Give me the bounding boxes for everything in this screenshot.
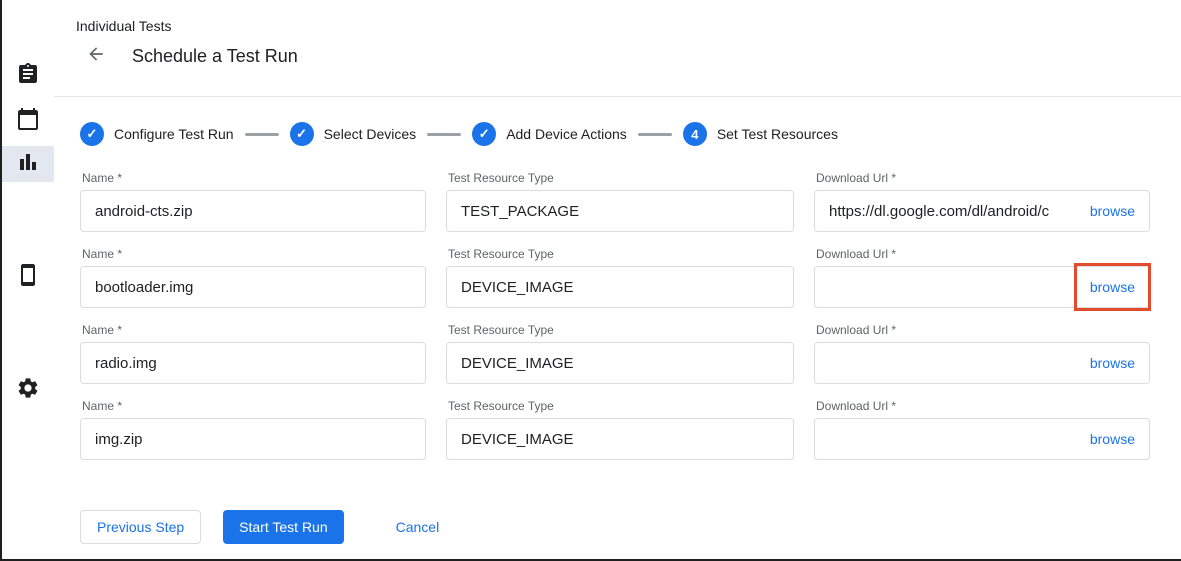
step-connector [427, 133, 461, 136]
start-test-run-button[interactable]: Start Test Run [223, 510, 343, 544]
field-label: Test Resource Type [448, 323, 794, 337]
sidebar-item-tests[interactable] [2, 58, 54, 94]
form-actions: Previous Step Start Test Run Cancel [54, 460, 1181, 544]
cancel-button[interactable]: Cancel [380, 510, 456, 544]
settings-gear-icon [16, 376, 40, 405]
sidebar-item-devices[interactable] [2, 259, 54, 295]
download-url-field: Download Url * browse [814, 323, 1150, 384]
step-number-badge: 4 [683, 122, 707, 146]
sidebar-item-test-plans[interactable] [2, 103, 54, 139]
calendar-icon [16, 107, 40, 136]
field-label: Download Url * [816, 323, 1150, 337]
resource-type-select[interactable]: DEVICE_IMAGE [446, 342, 794, 384]
breadcrumb: Individual Tests [76, 18, 1181, 34]
browse-link[interactable]: browse [1090, 203, 1135, 219]
download-url-field: Download Url * https://dl.google.com/dl/… [814, 171, 1150, 232]
step-complete-check-icon: ✓ [80, 122, 104, 146]
page-title: Schedule a Test Run [132, 46, 298, 67]
step-set-test-resources[interactable]: 4 Set Test Resources [683, 122, 838, 146]
resource-type-field: Test Resource Type DEVICE_IMAGE [446, 399, 794, 460]
smartphone-icon [16, 263, 40, 292]
resource-type-select[interactable]: DEVICE_IMAGE [446, 418, 794, 460]
field-label: Download Url * [816, 399, 1150, 413]
step-configure-test-run[interactable]: ✓ Configure Test Run [80, 122, 234, 146]
resource-name-input[interactable]: android-cts.zip [80, 190, 426, 232]
step-select-devices[interactable]: ✓ Select Devices [290, 122, 417, 146]
field-label: Name * [82, 247, 426, 261]
field-label: Download Url * [816, 247, 1150, 261]
step-connector [245, 133, 279, 136]
resource-type-field: Test Resource Type TEST_PACKAGE [446, 171, 794, 232]
clipboard-tests-icon [16, 62, 40, 91]
field-label: Name * [82, 171, 426, 185]
resource-type-select[interactable]: TEST_PACKAGE [446, 190, 794, 232]
browse-link[interactable]: browse [1090, 279, 1135, 295]
step-add-device-actions[interactable]: ✓ Add Device Actions [472, 122, 627, 146]
previous-step-button[interactable]: Previous Step [80, 510, 201, 544]
stepper: ✓ Configure Test Run ✓ Select Devices ✓ … [54, 97, 1181, 146]
download-url-field: Download Url * browse [814, 399, 1150, 460]
step-label: Select Devices [324, 126, 417, 142]
field-label: Name * [82, 399, 426, 413]
sidebar [2, 0, 54, 559]
page-header: Individual Tests Schedule a Test Run [54, 0, 1181, 97]
resource-name-input[interactable]: bootloader.img [80, 266, 426, 308]
download-url-input[interactable]: https://dl.google.com/dl/android/c brows… [814, 190, 1150, 232]
main-content: Individual Tests Schedule a Test Run ✓ C… [54, 0, 1181, 559]
resource-name-field: Name * radio.img [80, 323, 426, 384]
resource-name-field: Name * android-cts.zip [80, 171, 426, 232]
field-label: Test Resource Type [448, 247, 794, 261]
resource-name-field: Name * bootloader.img [80, 247, 426, 308]
resource-name-input[interactable]: img.zip [80, 418, 426, 460]
back-button[interactable] [84, 44, 108, 68]
step-label: Add Device Actions [506, 126, 627, 142]
step-complete-check-icon: ✓ [472, 122, 496, 146]
field-label: Download Url * [816, 171, 1150, 185]
step-label: Set Test Resources [717, 126, 838, 142]
arrow-back-icon [86, 44, 106, 69]
resource-type-field: Test Resource Type DEVICE_IMAGE [446, 247, 794, 308]
browse-link[interactable]: browse [1090, 355, 1135, 371]
sidebar-item-settings[interactable] [2, 372, 54, 408]
download-url-input[interactable]: browse [814, 266, 1150, 308]
app-window: Individual Tests Schedule a Test Run ✓ C… [0, 0, 1181, 561]
download-url-field: Download Url * browse [814, 247, 1150, 308]
resource-name-input[interactable]: radio.img [80, 342, 426, 384]
resource-type-field: Test Resource Type DEVICE_IMAGE [446, 323, 794, 384]
browse-link[interactable]: browse [1090, 431, 1135, 447]
bar-chart-icon [16, 150, 40, 179]
download-url-input[interactable]: browse [814, 418, 1150, 460]
field-label: Test Resource Type [448, 399, 794, 413]
step-label: Configure Test Run [114, 126, 234, 142]
resource-form: Name * android-cts.zip Test Resource Typ… [54, 146, 1181, 460]
resource-type-select[interactable]: DEVICE_IMAGE [446, 266, 794, 308]
field-label: Test Resource Type [448, 171, 794, 185]
resource-name-field: Name * img.zip [80, 399, 426, 460]
sidebar-item-test-runs[interactable] [2, 146, 54, 182]
field-label: Name * [82, 323, 426, 337]
step-complete-check-icon: ✓ [290, 122, 314, 146]
download-url-input[interactable]: browse [814, 342, 1150, 384]
step-connector [638, 133, 672, 136]
